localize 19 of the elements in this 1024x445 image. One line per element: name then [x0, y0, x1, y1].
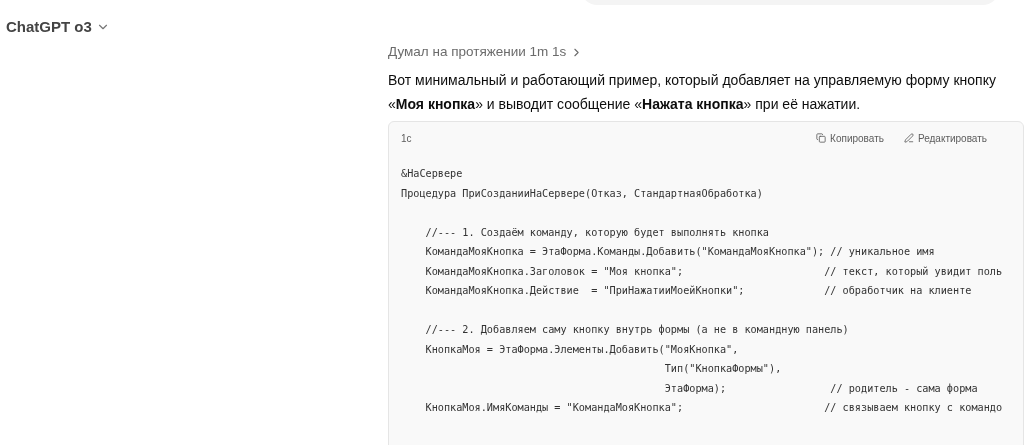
- edit-button[interactable]: Редактировать: [903, 130, 987, 146]
- code-line: //--- 2. Добавляем саму кнопку внутрь формы (а не в командную панель): [424, 323, 850, 337]
- code-line: //--- 1. Создаём команду, которую будет выполнять кнопка: [424, 225, 770, 240]
- code-line: Тип("КнопкаФормы"),: [663, 362, 783, 376]
- code-line: КнопкаМоя = ЭтаФорма.Элементы.Добавить("МояКнопка",: [424, 342, 740, 357]
- copy-button[interactable]: Копировать: [816, 130, 884, 146]
- code-line: КомандаМояКнопка.Заголовок = "Моя кнопка"; // текст, который увидит поль: [424, 264, 1004, 279]
- model-selector[interactable]: ChatGPT o3: [6, 15, 92, 39]
- code-language: 1c: [401, 131, 413, 146]
- code-line: ЭтаФорма); // родитель - сама форма: [663, 381, 979, 396]
- code-line: &НаСервере: [401, 167, 464, 181]
- code-line: КомандаМояКнопка = ЭтаФорма.Команды.Добавить("КомандаМояКнопка"); // уникальное имя: [424, 245, 936, 259]
- response-paragraph: Вот минимальный и работающий пример, который добавляет на управляемую форму кнопку «Моя кнопка» и выводит сообщение «Нажата кнопка» при её нажатии.: [388, 71, 997, 114]
- code-line: Процедура ПриСозданииНаСервере(Отказ, СтандартнаяОбработка): [401, 186, 764, 201]
- code-line: КнопкаМоя.ИмяКоманды = "КомандаМояКнопка"; // связываем кнопку с командо: [424, 401, 1004, 415]
- pencil-icon: [903, 133, 914, 143]
- copy-icon: [816, 133, 827, 143]
- thinking-toggle[interactable]: Думал на протяжении 1m 1s: [388, 41, 567, 63]
- code-line: КомандаМояКнопка.Действие = "ПриНажатииМоейКнопки"; // обработчик на клиенте: [424, 284, 973, 298]
